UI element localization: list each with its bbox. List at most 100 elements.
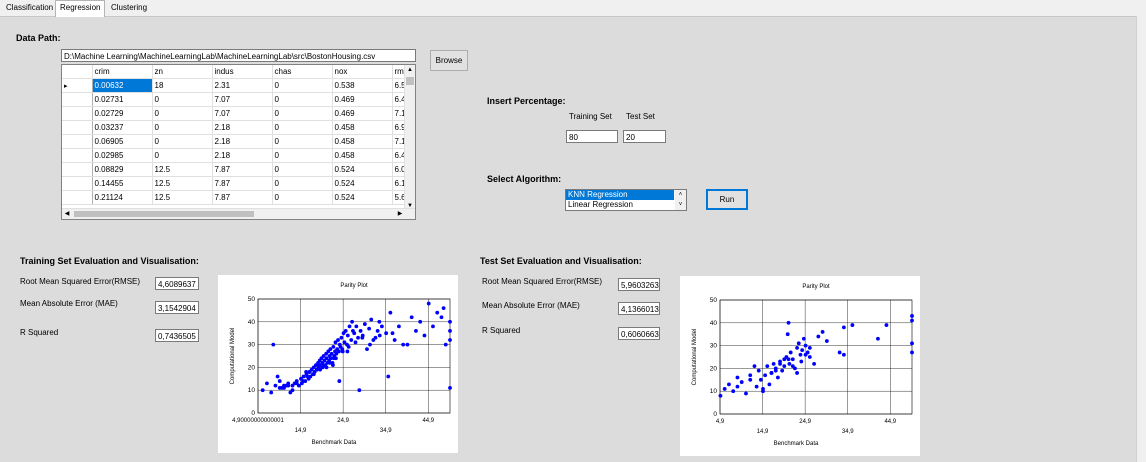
listbox-scrollbar[interactable]: ˄ ˅ — [675, 190, 686, 210]
training-percentage-input[interactable]: 80 — [566, 130, 618, 143]
table-row[interactable]: 0.02731 0 7.07 0 0.469 6.4 — [62, 92, 413, 107]
data-point — [731, 389, 736, 394]
algorithm-option[interactable]: Linear Regression — [566, 200, 674, 210]
grid-col-header[interactable]: chas — [272, 65, 333, 79]
row-header[interactable] — [62, 134, 93, 149]
table-cell[interactable]: 0 — [272, 78, 333, 93]
table-row[interactable]: 0.02985 0 2.18 0 0.458 6.4 — [62, 148, 413, 163]
grid-col-header[interactable]: zn — [152, 65, 213, 79]
tab-classification[interactable]: Classification — [2, 1, 57, 15]
table-cell[interactable]: 0.524 — [332, 190, 393, 205]
table-row[interactable]: ▸ 0.00632 18 2.31 0 0.538 6.5 — [62, 78, 413, 93]
table-cell[interactable]: 0 — [272, 120, 333, 135]
table-cell[interactable]: 2.18 — [212, 148, 273, 163]
table-cell[interactable]: 7.87 — [212, 176, 273, 191]
test-rmse-value[interactable]: 5,9603263 — [618, 278, 660, 291]
table-cell[interactable]: 2.31 — [212, 78, 273, 93]
table-cell[interactable]: 18 — [152, 78, 213, 93]
table-cell[interactable]: 0.06905 — [92, 134, 153, 149]
data-point — [722, 387, 727, 391]
table-cell[interactable]: 0 — [272, 148, 333, 163]
table-cell[interactable]: 12.5 — [152, 190, 213, 205]
table-cell[interactable]: 0.14455 — [92, 176, 153, 191]
table-row[interactable]: 0.21124 12.5 7.87 0 0.524 5.6 — [62, 190, 413, 205]
test-r2-value[interactable]: 0,6060663 — [618, 327, 660, 340]
run-button[interactable]: Run — [706, 189, 748, 210]
row-header[interactable] — [62, 106, 93, 121]
row-header[interactable] — [62, 162, 93, 177]
table-cell[interactable]: 0 — [272, 134, 333, 149]
row-header[interactable] — [62, 148, 93, 163]
table-cell[interactable]: 7.07 — [212, 106, 273, 121]
grid-col-header[interactable]: indus — [212, 65, 273, 79]
table-cell[interactable]: 0 — [272, 176, 333, 191]
data-path-input[interactable]: D:\Machine Learning\MachineLearningLab\M… — [61, 49, 416, 62]
h-scroll-thumb[interactable] — [74, 211, 254, 217]
data-point — [358, 329, 363, 333]
scroll-right-icon[interactable]: ▶ — [396, 210, 404, 218]
table-cell[interactable]: 0.02729 — [92, 106, 153, 121]
tab-clustering[interactable]: Clustering — [107, 1, 151, 15]
training-r2-value[interactable]: 0,7436505 — [155, 329, 199, 342]
table-cell[interactable]: 7.87 — [212, 162, 273, 177]
scroll-thumb[interactable] — [406, 77, 414, 85]
table-cell[interactable]: 0.458 — [332, 134, 393, 149]
grid-col-header[interactable]: crim — [92, 65, 153, 79]
table-cell[interactable]: 2.18 — [212, 120, 273, 135]
current-row-icon[interactable]: ▸ — [62, 78, 93, 93]
table-cell[interactable]: 0.458 — [332, 148, 393, 163]
table-cell[interactable]: 0.458 — [332, 120, 393, 135]
table-cell[interactable]: 0.08829 — [92, 162, 153, 177]
scroll-up-icon[interactable]: ▲ — [406, 66, 414, 74]
table-cell[interactable]: 0 — [152, 92, 213, 107]
row-header[interactable] — [62, 92, 93, 107]
table-cell[interactable]: 12.5 — [152, 176, 213, 191]
table-cell[interactable]: 7.07 — [212, 92, 273, 107]
row-header[interactable] — [62, 190, 93, 205]
chevron-down-icon[interactable]: ˅ — [675, 200, 686, 210]
table-row[interactable]: 0.14455 12.5 7.87 0 0.524 6.1 — [62, 176, 413, 191]
table-row[interactable]: 0.03237 0 2.18 0 0.458 6.9 — [62, 120, 413, 135]
table-cell[interactable]: 0.03237 — [92, 120, 153, 135]
test-percentage-input[interactable]: 20 — [623, 130, 666, 143]
table-cell[interactable]: 0 — [152, 134, 213, 149]
table-row[interactable]: 0.08829 12.5 7.87 0 0.524 6.0 — [62, 162, 413, 177]
table-cell[interactable]: 0.21124 — [92, 190, 153, 205]
table-cell[interactable]: 7.87 — [212, 190, 273, 205]
table-cell[interactable]: 2.18 — [212, 134, 273, 149]
algorithm-option[interactable]: KNN Regression — [566, 190, 674, 200]
algorithm-listbox[interactable]: KNN Regression Linear Regression ˄ ˅ — [565, 189, 687, 211]
chevron-up-icon[interactable]: ˄ — [675, 190, 686, 200]
table-cell[interactable]: 0.02731 — [92, 92, 153, 107]
training-rmse-value[interactable]: 4,6089637 — [155, 277, 199, 290]
table-cell[interactable]: 0 — [272, 106, 333, 121]
grid-horizontal-scrollbar[interactable]: ◀ ▶ — [62, 208, 415, 219]
table-cell[interactable]: 0.469 — [332, 106, 393, 121]
browse-button[interactable]: Browse — [430, 50, 468, 71]
table-cell[interactable]: 0.469 — [332, 92, 393, 107]
table-cell[interactable]: 0 — [272, 162, 333, 177]
training-mae-value[interactable]: 3,1542904 — [155, 301, 199, 314]
table-cell[interactable]: 0.02985 — [92, 148, 153, 163]
grid-vertical-scrollbar[interactable]: ▲ ▼ — [404, 65, 415, 211]
grid-col-header[interactable]: nox — [332, 65, 393, 79]
data-grid[interactable]: crim zn indus chas nox rm ▸ 0.00632 18 2.31… — [61, 64, 416, 220]
row-header[interactable] — [62, 176, 93, 191]
table-cell[interactable]: 0 — [272, 190, 333, 205]
window-vertical-scrollbar[interactable] — [1136, 16, 1146, 462]
table-cell[interactable]: 12.5 — [152, 162, 213, 177]
table-cell[interactable]: 0.538 — [332, 78, 393, 93]
table-cell[interactable]: 0 — [272, 92, 333, 107]
row-header[interactable] — [62, 120, 93, 135]
table-cell[interactable]: 0.524 — [332, 162, 393, 177]
table-cell[interactable]: 0 — [152, 120, 213, 135]
table-cell[interactable]: 0 — [152, 148, 213, 163]
table-cell[interactable]: 0.524 — [332, 176, 393, 191]
table-row[interactable]: 0.02729 0 7.07 0 0.469 7.1 — [62, 106, 413, 121]
scroll-left-icon[interactable]: ◀ — [63, 210, 71, 218]
test-mae-value[interactable]: 4,1366013 — [618, 302, 660, 315]
table-cell[interactable]: 0 — [152, 106, 213, 121]
table-cell[interactable]: 0.00632 — [92, 78, 153, 93]
table-row[interactable]: 0.06905 0 2.18 0 0.458 7.1 — [62, 134, 413, 149]
tab-regression[interactable]: Regression — [55, 0, 106, 17]
